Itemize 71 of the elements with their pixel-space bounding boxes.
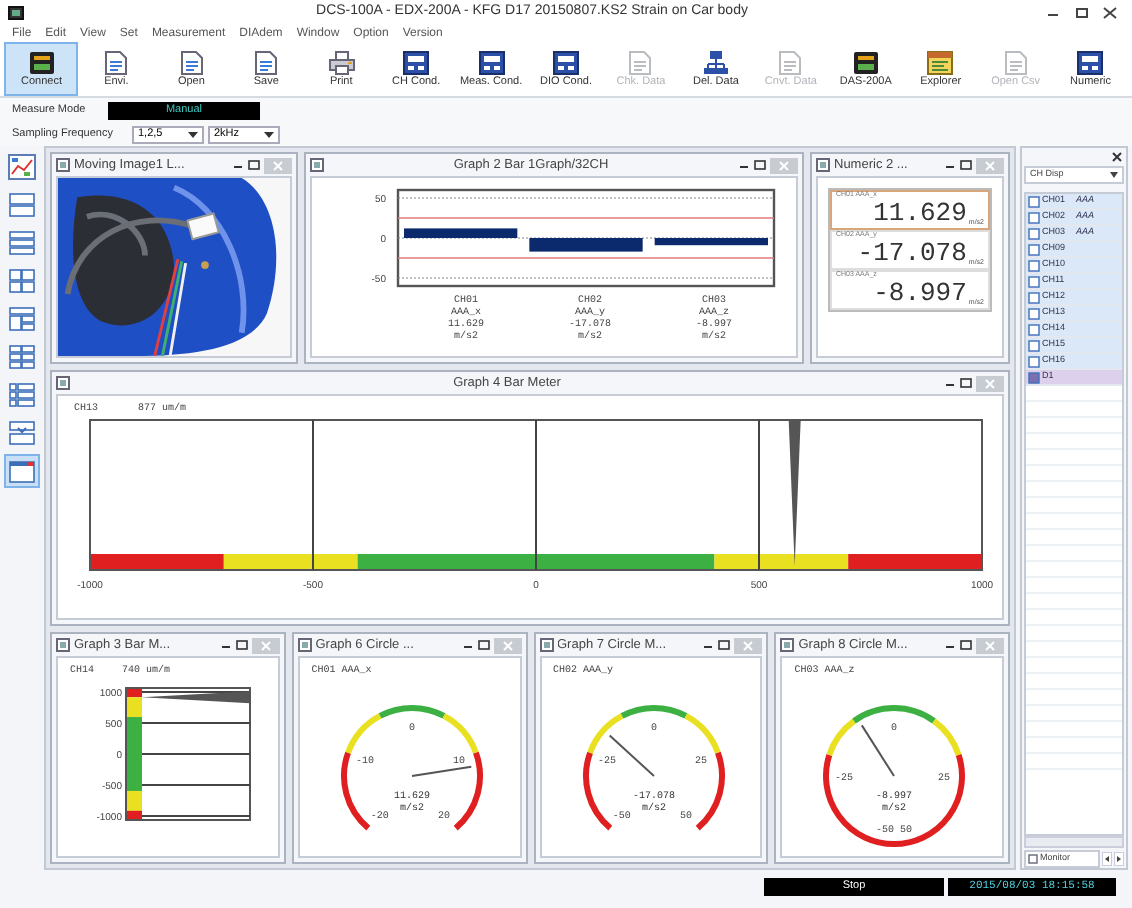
layout-button[interactable] (4, 340, 40, 374)
maximize-icon[interactable] (754, 159, 766, 171)
maximize-icon[interactable] (960, 377, 972, 389)
chart-icon (8, 154, 36, 180)
window-icon (816, 158, 830, 172)
document-icon (177, 49, 206, 76)
layout-button[interactable] (4, 416, 40, 450)
layout-button[interactable] (4, 226, 40, 260)
layout-button[interactable] (4, 302, 40, 336)
window-icon (780, 638, 795, 652)
caret-icon (1110, 172, 1118, 178)
bar (654, 238, 768, 246)
layout-button[interactable] (4, 150, 40, 184)
maximize-icon[interactable] (1074, 5, 1090, 19)
document-icon (102, 49, 131, 76)
layout-icon (8, 192, 36, 218)
layout-icon (8, 382, 36, 408)
close-icon[interactable] (1102, 5, 1118, 19)
layout-button[interactable] (4, 264, 40, 298)
reading-value: -8.997 (873, 280, 967, 306)
layout-icon (8, 306, 36, 332)
window-icon (539, 638, 553, 652)
panel-icon (552, 49, 581, 76)
tree-icon (701, 49, 730, 76)
bar (529, 238, 643, 252)
layout-button[interactable] (4, 454, 40, 488)
maximize-icon[interactable] (960, 159, 972, 171)
document-icon (626, 49, 655, 76)
maximize-icon[interactable] (960, 639, 972, 651)
scrollbar[interactable] (1024, 836, 1124, 848)
color-scale-bar (126, 688, 142, 820)
reading-value: -17.078 (857, 240, 967, 266)
window-icon (8, 458, 36, 484)
panel-icon (402, 49, 431, 76)
window-icon (310, 158, 324, 172)
bar (404, 228, 518, 238)
layout-icon (8, 230, 36, 256)
printer-icon (327, 49, 356, 76)
window-icon (56, 376, 70, 390)
reading-value: 11.629 (873, 200, 967, 226)
window-icon (297, 638, 312, 652)
maximize-icon[interactable] (248, 159, 260, 171)
maximize-icon[interactable] (718, 639, 731, 651)
document-icon (1001, 49, 1030, 76)
document-icon (776, 49, 805, 76)
scroll-right-icon[interactable] (1114, 851, 1124, 865)
window-icon (56, 638, 70, 652)
device-icon (27, 49, 56, 76)
plot-frame (125, 687, 251, 821)
map-icon (926, 49, 955, 76)
needle (861, 724, 896, 777)
layout-button[interactable] (4, 378, 40, 412)
scroll-left-icon[interactable] (1102, 851, 1112, 865)
close-icon[interactable] (1112, 152, 1122, 162)
maximize-icon[interactable] (235, 639, 248, 651)
panel-icon (477, 49, 506, 76)
caret-icon (264, 131, 274, 137)
needle (410, 765, 472, 777)
layout-icon (8, 268, 36, 294)
layout-icon (8, 344, 36, 370)
needle (142, 691, 250, 704)
layout-icon (8, 420, 36, 446)
window-icon (56, 158, 70, 172)
layout-button[interactable] (4, 188, 40, 222)
device-icon (851, 49, 880, 76)
caret-icon (188, 131, 198, 137)
maximize-icon[interactable] (477, 639, 489, 651)
app-icon (8, 5, 24, 19)
window-icon (1028, 853, 1038, 863)
panel-icon (1076, 49, 1105, 76)
document-icon (252, 49, 281, 76)
